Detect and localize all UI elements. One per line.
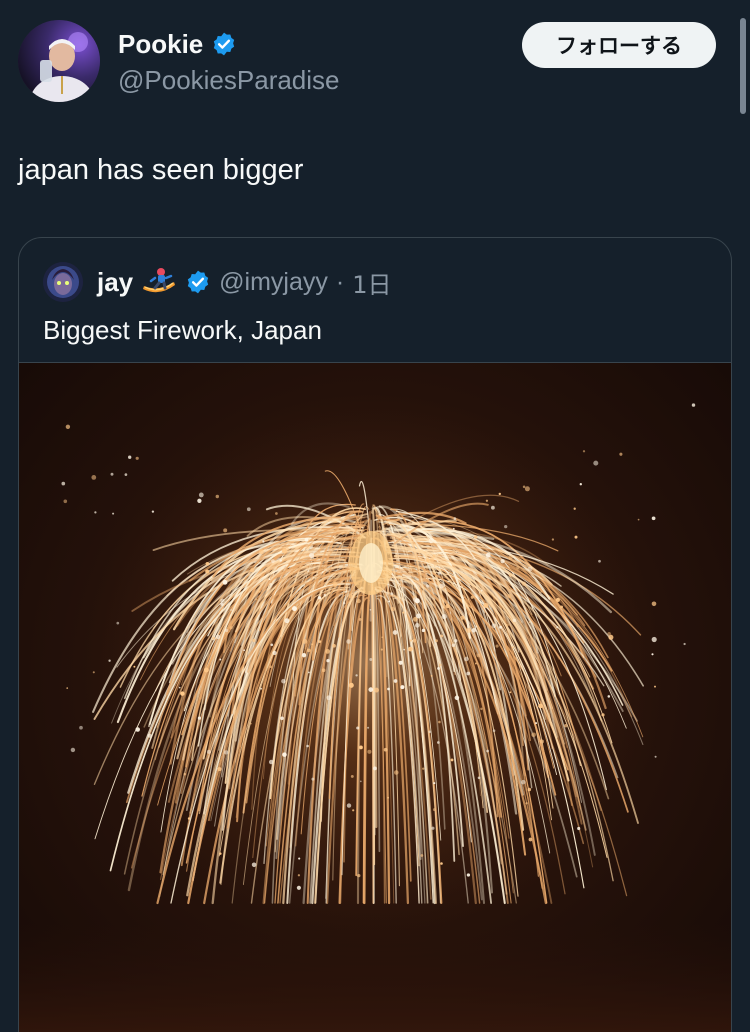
author-avatar[interactable] (18, 20, 100, 102)
quoted-tweet-header: jay @imyjayy · 1日 (43, 262, 391, 302)
snowboarder-emoji-icon (141, 267, 177, 297)
verified-badge-icon (211, 31, 237, 57)
author-display-name[interactable]: Pookie (118, 28, 203, 60)
tweet-page: Pookie @PookiesParadise フォローする japan has… (0, 0, 750, 1032)
separator-dot: · (335, 267, 345, 296)
quoted-tweet-time[interactable]: 1日 (352, 265, 391, 300)
quoted-tweet-card[interactable]: jay @imyjayy · 1日 Biggest Firework, Japa… (18, 237, 732, 1032)
profile-photo-icon (18, 20, 100, 102)
author-name-row: Pookie (118, 28, 237, 60)
quoted-verified-badge-icon (185, 269, 211, 295)
firework-image-icon (19, 363, 731, 1032)
scrollbar[interactable] (740, 18, 746, 114)
quoted-author-handle[interactable]: @imyjayy (219, 268, 328, 297)
quoted-profile-photo-icon (43, 262, 83, 302)
quoted-author-display-name[interactable]: jay (97, 267, 133, 298)
author-handle[interactable]: @PookiesParadise (118, 64, 340, 96)
quoted-tweet-media[interactable] (19, 362, 731, 1032)
tweet-text: japan has seen bigger (18, 154, 304, 186)
follow-button[interactable]: フォローする (522, 22, 716, 68)
quoted-tweet-text: Biggest Firework, Japan (43, 315, 322, 345)
quoted-author-avatar[interactable] (43, 262, 83, 302)
